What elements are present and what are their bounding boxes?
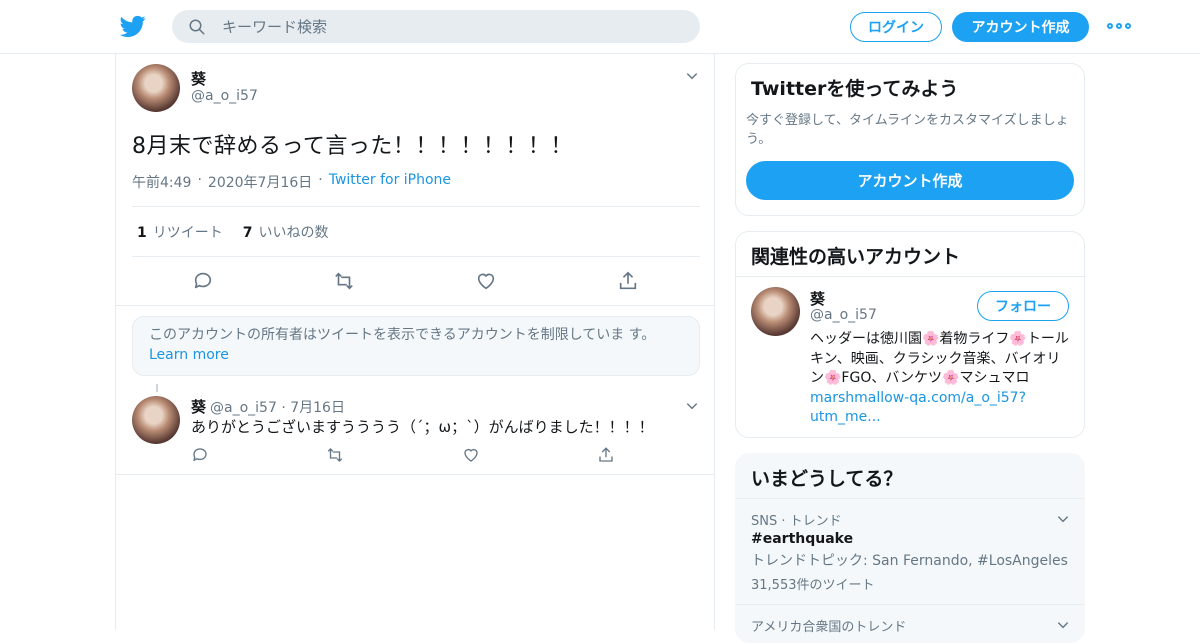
retweet-count: 1 (137, 225, 147, 241)
divider (132, 256, 700, 257)
trend-title: #earthquake (751, 531, 854, 547)
reply-author-name[interactable]: 葵 (191, 398, 206, 416)
search-input[interactable] (222, 17, 682, 36)
retweet-icon[interactable] (326, 446, 344, 464)
search-bar[interactable] (172, 10, 700, 43)
trend-tweet-count: 31,553件のツイート (751, 578, 875, 593)
card-header: 関連性の高いアカウント (736, 232, 1084, 277)
card-header: いまどうしてる？ (736, 454, 1084, 499)
reply-author-handle[interactable]: @a_o_i57 (210, 400, 277, 416)
retweet-label: リツイート (152, 225, 223, 241)
chevron-down-icon[interactable] (1056, 512, 1070, 526)
trend-subtitle: トレンドトピック: San Fernando, #LosAngeles (751, 553, 1068, 569)
related-account-handle[interactable]: @a_o_i57 (810, 307, 877, 323)
divider (736, 604, 1084, 605)
notice-text: このアカウントの所有者はツイートを表示できるアカウントを制限していま す。 (149, 327, 656, 343)
chevron-down-icon[interactable] (685, 399, 699, 413)
signup-card-button[interactable]: アカウント作成 (746, 161, 1074, 200)
tweet-author-name[interactable]: 葵 (191, 68, 206, 89)
reply-icon[interactable] (191, 446, 209, 464)
meta-separator: · (197, 172, 202, 188)
tweet-date[interactable]: 2020年7月16日 (208, 172, 312, 192)
related-account-bio: ヘッダーは徳川園🌸着物ライフ🌸トールキン、映画、クラシック音楽、バイオリン🌸FG… (810, 330, 1072, 428)
search-icon (189, 19, 205, 34)
related-account-name[interactable]: 葵 (810, 288, 825, 309)
tweet-stats: 1 リツイート 7 いいねの数 (137, 222, 329, 242)
more-options-icon[interactable] (1107, 18, 1131, 34)
trends-card: いまどうしてる？ SNS · トレンド #earthquake トレンドトピック… (735, 453, 1085, 643)
divider (132, 206, 700, 207)
twitter-logo-icon[interactable] (120, 13, 146, 39)
tweet-metadata: 午前4:49 · 2020年7月16日 · Twitter for iPhone (132, 172, 451, 192)
avatar[interactable] (132, 396, 180, 444)
share-icon[interactable] (617, 270, 639, 292)
like-count: 7 (242, 225, 253, 241)
tweet-author-handle[interactable]: @a_o_i57 (191, 88, 258, 104)
thread-line (156, 384, 158, 392)
reply-icon[interactable] (192, 270, 214, 292)
reply-text: ありがとうございますうううう（´；ω；`）がんばりました！！！！ (191, 418, 654, 436)
trends-card-title: いまどうしてる？ (751, 468, 903, 490)
divider (116, 474, 714, 475)
avatar[interactable] (751, 287, 800, 336)
meta-separator: · (318, 172, 323, 188)
trend-context: アメリカ合衆国のトレンド (751, 620, 907, 635)
retweet-stat[interactable]: 1 リツイート (137, 222, 223, 242)
signup-card-description: 今すぐ登録して、タイムラインをカスタマイズしましょう。 (746, 113, 1069, 147)
signup-card-title: Twitterを使ってみよう (751, 78, 959, 100)
top-navigation-bar: ログイン アカウント作成 (0, 0, 1200, 54)
chevron-down-icon[interactable] (685, 69, 699, 83)
avatar[interactable] (132, 64, 180, 112)
reply-header: 葵 @a_o_i57 · 7月16日 (191, 398, 345, 416)
like-icon[interactable] (475, 270, 497, 292)
divider (116, 305, 714, 306)
tweet-time[interactable]: 午前4:49 (132, 172, 191, 192)
follow-button[interactable]: フォロー (977, 291, 1069, 321)
login-button[interactable]: ログイン (850, 12, 942, 42)
trend-item[interactable]: SNS · トレンド #earthquake トレンドトピック: San Fer… (736, 510, 1084, 593)
signup-button[interactable]: アカウント作成 (952, 12, 1089, 42)
bio-text: ヘッダーは徳川園🌸着物ライフ🌸トールキン、映画、クラシック音楽、バイオリン🌸FG… (810, 331, 1069, 386)
signup-card: Twitterを使ってみよう 今すぐ登録して、タイムラインをカスタマイズしましょ… (735, 63, 1085, 216)
tweet-text: 8月末で辞めるって言った！！！！！！！！ (132, 134, 573, 159)
trend-context: SNS · トレンド (751, 514, 842, 529)
protected-account-notice: このアカウントの所有者はツイートを表示できるアカウントを制限していま す。 Lea… (132, 316, 700, 376)
bio-link[interactable]: marshmallow-qa.com/a_o_i57?utm_me... (810, 390, 1026, 426)
like-icon[interactable] (462, 446, 480, 464)
related-accounts-card: 関連性の高いアカウント 葵 @a_o_i57 フォロー ヘッダーは徳川園🌸着物ラ… (735, 231, 1085, 438)
trend-item[interactable]: アメリカ合衆国のトレンド (736, 616, 1084, 635)
share-icon[interactable] (597, 446, 615, 464)
reply-date[interactable]: 7月16日 (290, 400, 345, 416)
tweet-detail-column: 葵 @a_o_i57 8月末で辞めるって言った！！！！！！！！ 午前4:49 ·… (115, 54, 715, 630)
related-card-title: 関連性の高いアカウント (751, 246, 961, 268)
tweet-source-link[interactable]: Twitter for iPhone (329, 172, 451, 192)
retweet-icon[interactable] (333, 270, 355, 292)
like-stat[interactable]: 7 いいねの数 (243, 222, 329, 242)
like-label: いいねの数 (258, 225, 329, 241)
learn-more-link[interactable]: Learn more (149, 347, 229, 363)
